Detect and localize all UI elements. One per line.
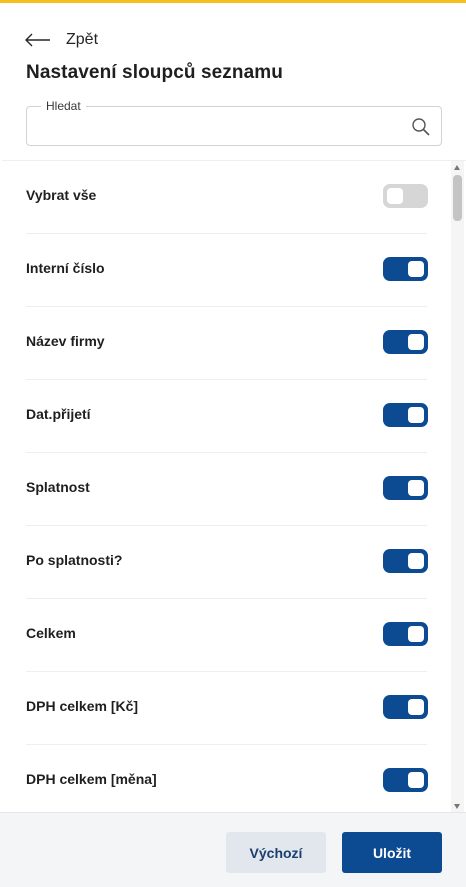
column-label: Interní číslo — [26, 260, 105, 276]
column-toggle[interactable] — [383, 622, 428, 646]
toggle-knob — [408, 626, 424, 642]
header: Zpět Nastavení sloupců seznamu Hledat — [0, 3, 466, 160]
column-toggle[interactable] — [383, 403, 428, 427]
save-button[interactable]: Uložit — [342, 832, 442, 873]
search-field[interactable]: Hledat — [26, 99, 442, 146]
scroll-down-arrow-icon[interactable] — [454, 804, 460, 809]
column-row: DPH celkem [měna] — [2, 745, 451, 812]
select-all-toggle[interactable] — [383, 184, 428, 208]
column-label: Po splatnosti? — [26, 552, 123, 568]
column-label: DPH celkem [Kč] — [26, 698, 139, 714]
column-label: Vybrat vše — [26, 187, 97, 203]
toggle-knob — [408, 480, 424, 496]
column-label: Splatnost — [26, 479, 90, 495]
column-toggle[interactable] — [383, 695, 428, 719]
search-legend: Hledat — [41, 99, 86, 113]
toggle-knob — [387, 188, 403, 204]
toggle-knob — [408, 261, 424, 277]
select-all-row: Vybrat vše — [2, 161, 451, 234]
column-toggle[interactable] — [383, 768, 428, 792]
column-row: DPH celkem [Kč] — [2, 672, 451, 745]
column-row: Splatnost — [2, 453, 451, 526]
column-toggle[interactable] — [383, 330, 428, 354]
column-row: Dat.přijetí — [2, 380, 451, 453]
column-list: Vybrat vše Interní číslo Název firmy Dat.př… — [2, 160, 466, 812]
scrollbar[interactable] — [451, 161, 464, 812]
column-label: Dat.přijetí — [26, 406, 91, 422]
default-button[interactable]: Výchozí — [226, 832, 326, 873]
search-input[interactable] — [39, 115, 399, 139]
toggle-knob — [408, 699, 424, 715]
search-icon[interactable] — [411, 117, 431, 137]
column-row: Celkem — [2, 599, 451, 672]
scroll-up-arrow-icon[interactable] — [454, 165, 460, 170]
column-toggle[interactable] — [383, 549, 428, 573]
column-label: Celkem — [26, 625, 76, 641]
column-toggle[interactable] — [383, 476, 428, 500]
back-label: Zpět — [66, 31, 99, 48]
column-label: Název firmy — [26, 333, 105, 349]
column-row: Po splatnosti? — [2, 526, 451, 599]
toggle-knob — [408, 334, 424, 350]
column-row: Název firmy — [2, 307, 451, 380]
toggle-knob — [408, 553, 424, 569]
page-title: Nastavení sloupců seznamu — [26, 62, 283, 83]
column-label: DPH celkem [měna] — [26, 771, 157, 787]
column-toggle[interactable] — [383, 257, 428, 281]
arrow-left-icon — [25, 33, 50, 47]
toggle-knob — [408, 407, 424, 423]
column-row: Interní číslo — [2, 234, 451, 307]
toggle-knob — [408, 772, 424, 788]
footer: Výchozí Uložit — [0, 812, 466, 887]
back-button[interactable]: Zpět — [24, 29, 98, 51]
scrollbar-thumb[interactable] — [453, 175, 462, 221]
